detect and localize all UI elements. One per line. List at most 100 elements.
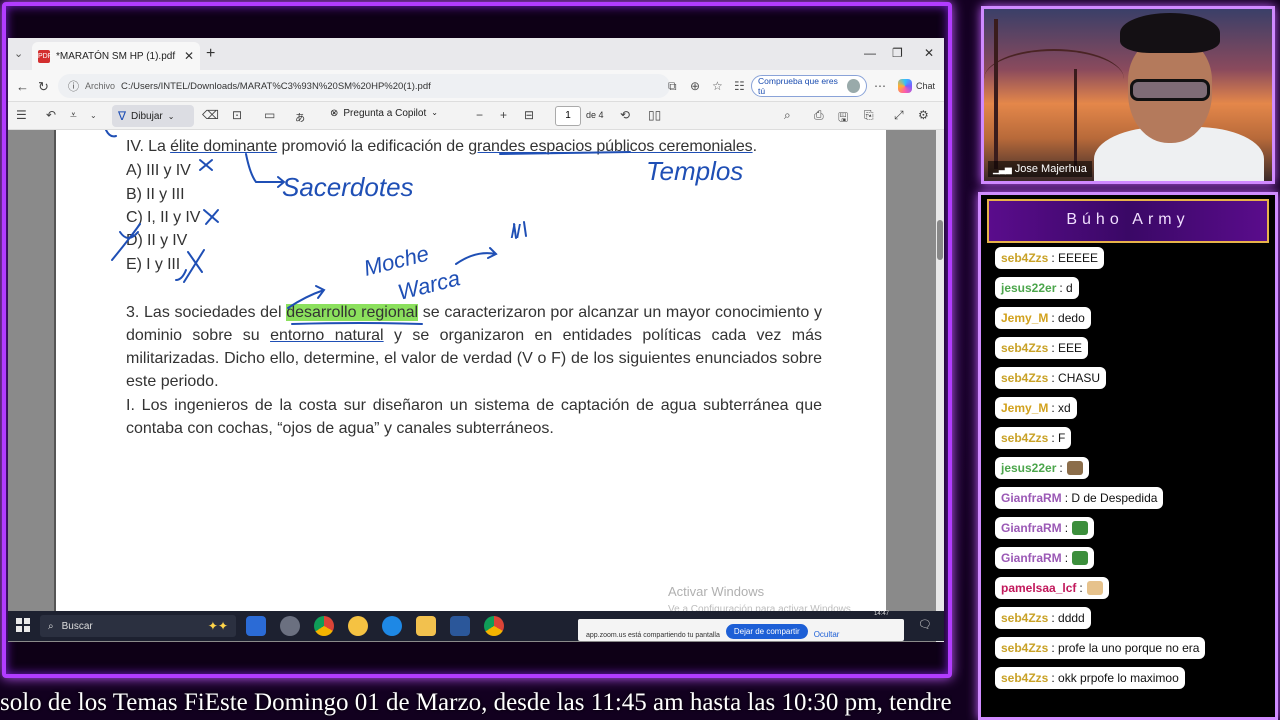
- chat-message: seb4Zzs: EEEEE: [995, 247, 1105, 269]
- chat-text: : EEEEE: [1051, 251, 1099, 265]
- chat-title: Búho Army: [1066, 211, 1190, 228]
- word-icon[interactable]: [450, 616, 470, 636]
- app-icon-4[interactable]: [348, 616, 368, 636]
- emote-icon: [1072, 521, 1089, 535]
- chat-message: GianfraRM:: [995, 547, 1095, 569]
- chat-text: : profe la uno porque no era: [1051, 641, 1200, 655]
- fit-page-icon[interactable]: ⊟: [524, 108, 534, 122]
- chat-message: jesus22er: d: [995, 277, 1079, 299]
- zoom-in-icon[interactable]: +: [500, 108, 507, 122]
- eraser-icon[interactable]: ⌫: [202, 108, 219, 122]
- minimize-icon[interactable]: —: [864, 46, 876, 60]
- chat-message-row: seb4Zzs: dddd: [995, 607, 1265, 637]
- verify-identity-button[interactable]: Comprueba que eres tú: [751, 75, 867, 97]
- option-a: A) III y IV: [126, 162, 191, 179]
- print-icon[interactable]: ⎙: [814, 108, 824, 123]
- chat-username[interactable]: pamelsaa_lcf: [1001, 581, 1076, 595]
- browser-tab-bar: ⌄ PDF *MARATÓN SM HP (1).pdf ✕ + — ❐ ✕: [8, 38, 944, 70]
- chat-username[interactable]: seb4Zzs: [1001, 431, 1048, 445]
- search-icon[interactable]: ⌕: [784, 108, 791, 123]
- favorite-star-icon[interactable]: ☆: [712, 79, 723, 93]
- chat-username[interactable]: seb4Zzs: [1001, 671, 1048, 685]
- chat-message-row: seb4Zzs: CHASU: [995, 367, 1265, 397]
- refresh-icon[interactable]: ↻: [38, 79, 49, 95]
- chat-message: GianfraRM: D de Despedida: [995, 487, 1164, 509]
- read-aloud-icon[interactable]: ⧉: [668, 79, 677, 94]
- ask-copilot-button[interactable]: ⊗ Pregunta a Copilot ⌄: [330, 108, 438, 119]
- chat-panel: Búho Army seb4Zzs: EEEEE jesus22er: d Jemy…: [978, 192, 1278, 720]
- search-glass-icon: ⌕: [48, 620, 54, 632]
- tab-title: *MARATÓN SM HP (1).pdf: [56, 50, 176, 62]
- chat-username[interactable]: Jemy_M: [1001, 311, 1048, 325]
- tab-list-chevron-icon[interactable]: ⌄: [14, 47, 23, 60]
- undo-icon[interactable]: ↶: [46, 108, 56, 122]
- chat-username[interactable]: GianfraRM: [1001, 551, 1062, 565]
- url-text: C:/Users/INTEL/Downloads/MARAT%C3%93N%20…: [121, 80, 431, 92]
- chrome-profile-icon[interactable]: [484, 616, 504, 636]
- settings-gear-icon[interactable]: ⚙: [918, 108, 929, 122]
- app-icon-2[interactable]: [280, 616, 300, 636]
- chat-message-row: Jemy_M: dedo: [995, 307, 1265, 337]
- favorites-icon[interactable]: ☷: [734, 79, 745, 93]
- chat-message-row: GianfraRM: D de Despedida: [995, 487, 1265, 517]
- rotate-icon[interactable]: ⟲: [620, 108, 630, 122]
- back-icon[interactable]: ←: [16, 79, 29, 94]
- chat-username[interactable]: GianfraRM: [1001, 521, 1062, 535]
- chrome-icon[interactable]: [314, 616, 334, 636]
- view-mode-icon[interactable]: ▭: [264, 108, 275, 122]
- scrollbar-thumb[interactable]: [937, 220, 943, 260]
- close-tab-icon[interactable]: ✕: [184, 49, 194, 63]
- stream-overlay: ⌄ PDF *MARATÓN SM HP (1).pdf ✕ + — ❐ ✕ ←…: [0, 0, 1280, 720]
- url-field[interactable]: ⓘ Archivo C:/Users/INTEL/Downloads/MARAT…: [58, 74, 670, 98]
- chat-message: pamelsaa_lcf:: [995, 577, 1109, 599]
- app-icon-1[interactable]: [246, 616, 266, 636]
- chat-username[interactable]: seb4Zzs: [1001, 611, 1048, 625]
- more-icon[interactable]: ⋯: [874, 79, 886, 93]
- copilot-chat-button[interactable]: Chat: [898, 79, 935, 93]
- save-icon[interactable]: 🖫: [838, 108, 848, 129]
- taskbar-search[interactable]: ⌕ Buscar ✦✦: [40, 615, 236, 637]
- page-number-input[interactable]: 1: [555, 106, 581, 126]
- maximize-icon[interactable]: ❐: [892, 46, 903, 60]
- two-page-icon[interactable]: ▯▯: [648, 108, 661, 122]
- chat-username[interactable]: seb4Zzs: [1001, 641, 1048, 655]
- windows-start-icon[interactable]: [16, 618, 30, 632]
- taskbar-search-label: Buscar: [61, 620, 93, 632]
- highlight-icon[interactable]: ⩡: [70, 108, 77, 123]
- notifications-icon[interactable]: 🗨: [918, 618, 932, 631]
- chat-username[interactable]: jesus22er: [1001, 461, 1056, 475]
- chat-message: jesus22er:: [995, 457, 1089, 479]
- contents-icon[interactable]: ☰: [16, 108, 27, 122]
- draw-button[interactable]: ∇ Dibujar ⌄: [112, 105, 194, 127]
- info-icon[interactable]: ⓘ: [68, 78, 79, 94]
- copilot-icon: [898, 79, 912, 93]
- read-aloud-text-icon[interactable]: ぁ: [294, 108, 306, 125]
- chat-username[interactable]: seb4Zzs: [1001, 371, 1048, 385]
- vertical-scrollbar[interactable]: [936, 130, 944, 642]
- new-tab-icon[interactable]: +: [206, 45, 215, 63]
- file-explorer-icon[interactable]: [416, 616, 436, 636]
- edge-icon[interactable]: [382, 616, 402, 636]
- option-e: E) I y III: [126, 256, 181, 273]
- save-as-icon[interactable]: ⎘: [864, 108, 874, 123]
- chat-username[interactable]: jesus22er: [1001, 281, 1056, 295]
- zoom-icon[interactable]: ⊕: [690, 79, 700, 93]
- emote-icon: [1066, 461, 1083, 475]
- close-window-icon[interactable]: ✕: [924, 46, 934, 60]
- chat-username[interactable]: seb4Zzs: [1001, 251, 1048, 265]
- highlight-dropdown-icon[interactable]: ⌄: [90, 111, 97, 120]
- copilot-chat-label: Chat: [916, 81, 936, 91]
- fullscreen-icon[interactable]: ⤢: [894, 108, 904, 123]
- chat-message: seb4Zzs: dddd: [995, 607, 1091, 629]
- chat-username[interactable]: seb4Zzs: [1001, 341, 1048, 355]
- note-warca: Warca: [395, 265, 462, 305]
- browser-tab[interactable]: PDF *MARATÓN SM HP (1).pdf ✕: [32, 42, 200, 70]
- chat-message-row: seb4Zzs: F: [995, 427, 1265, 457]
- hide-button[interactable]: Ocultar: [814, 630, 840, 639]
- chat-username[interactable]: Jemy_M: [1001, 401, 1048, 415]
- text-box-icon[interactable]: ⊡: [232, 108, 242, 122]
- stop-share-button[interactable]: Dejar de compartir: [725, 624, 808, 639]
- zoom-out-icon[interactable]: −: [476, 108, 483, 122]
- chat-username[interactable]: GianfraRM: [1001, 491, 1062, 505]
- highlighted-text: desarrollo regional: [286, 304, 419, 321]
